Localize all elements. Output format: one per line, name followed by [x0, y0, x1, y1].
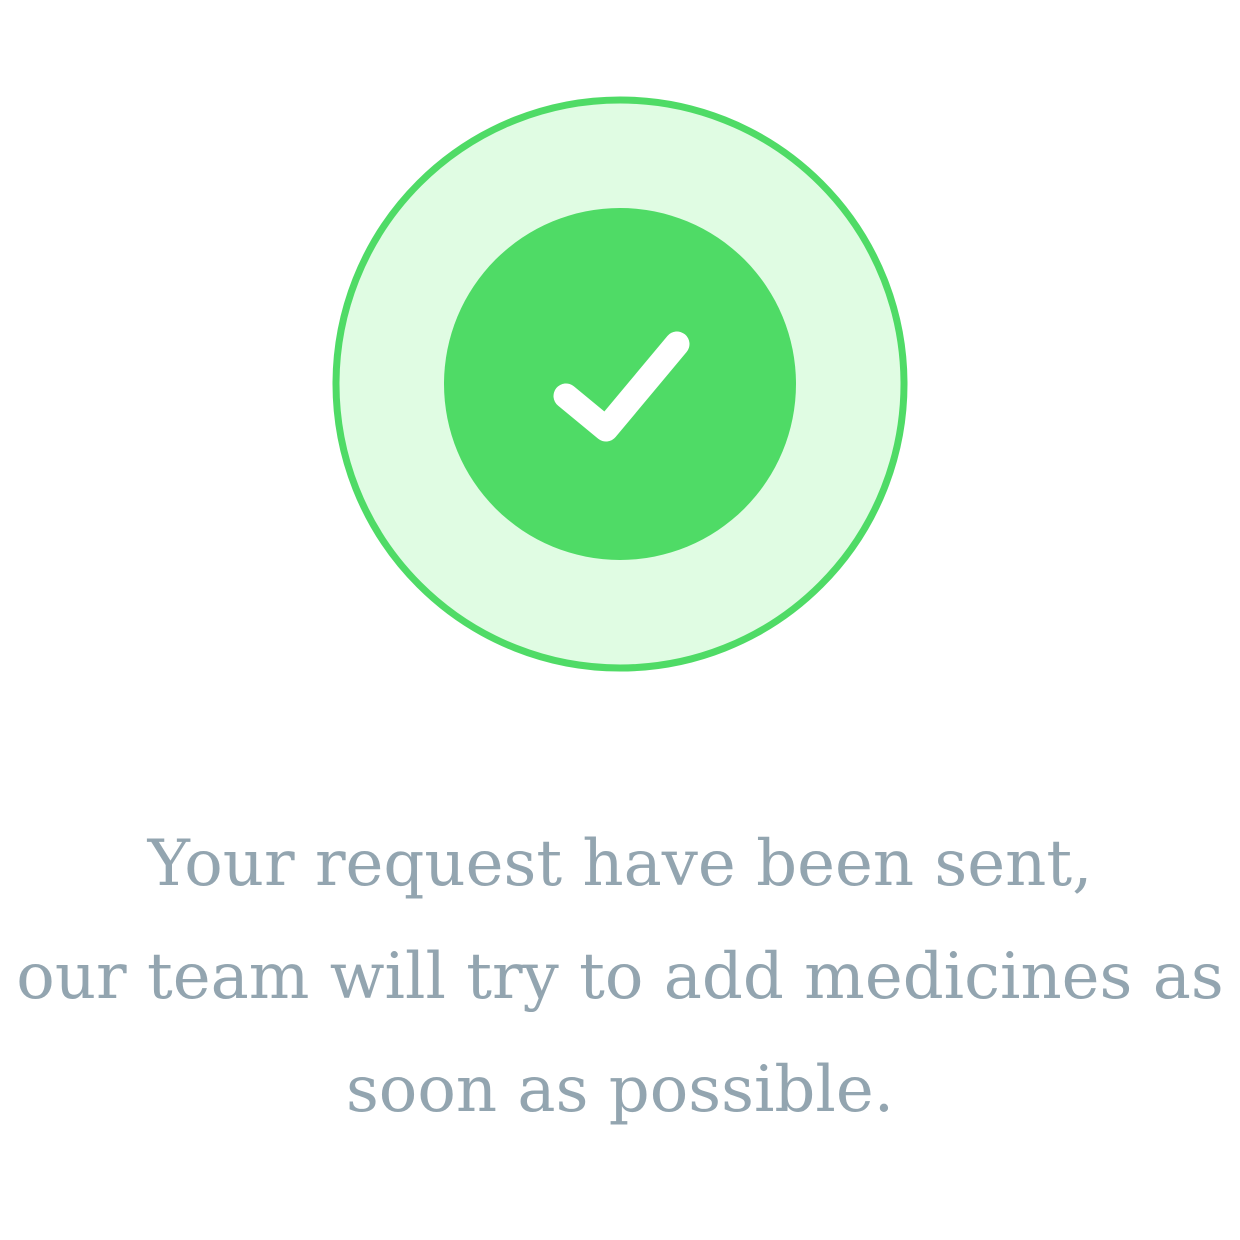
success-screen: Your request have been sent, our team wi…	[0, 0, 1240, 1240]
message-line-2: our team will try to add medicines as	[16, 940, 1224, 1014]
message-line-1: Your request have been sent,	[147, 827, 1093, 901]
confirmation-message: Your request have been sent, our team wi…	[0, 808, 1240, 1147]
message-line-3: soon as possible.	[345, 1053, 895, 1127]
success-graphic	[332, 96, 908, 672]
inner-circle	[444, 208, 796, 560]
